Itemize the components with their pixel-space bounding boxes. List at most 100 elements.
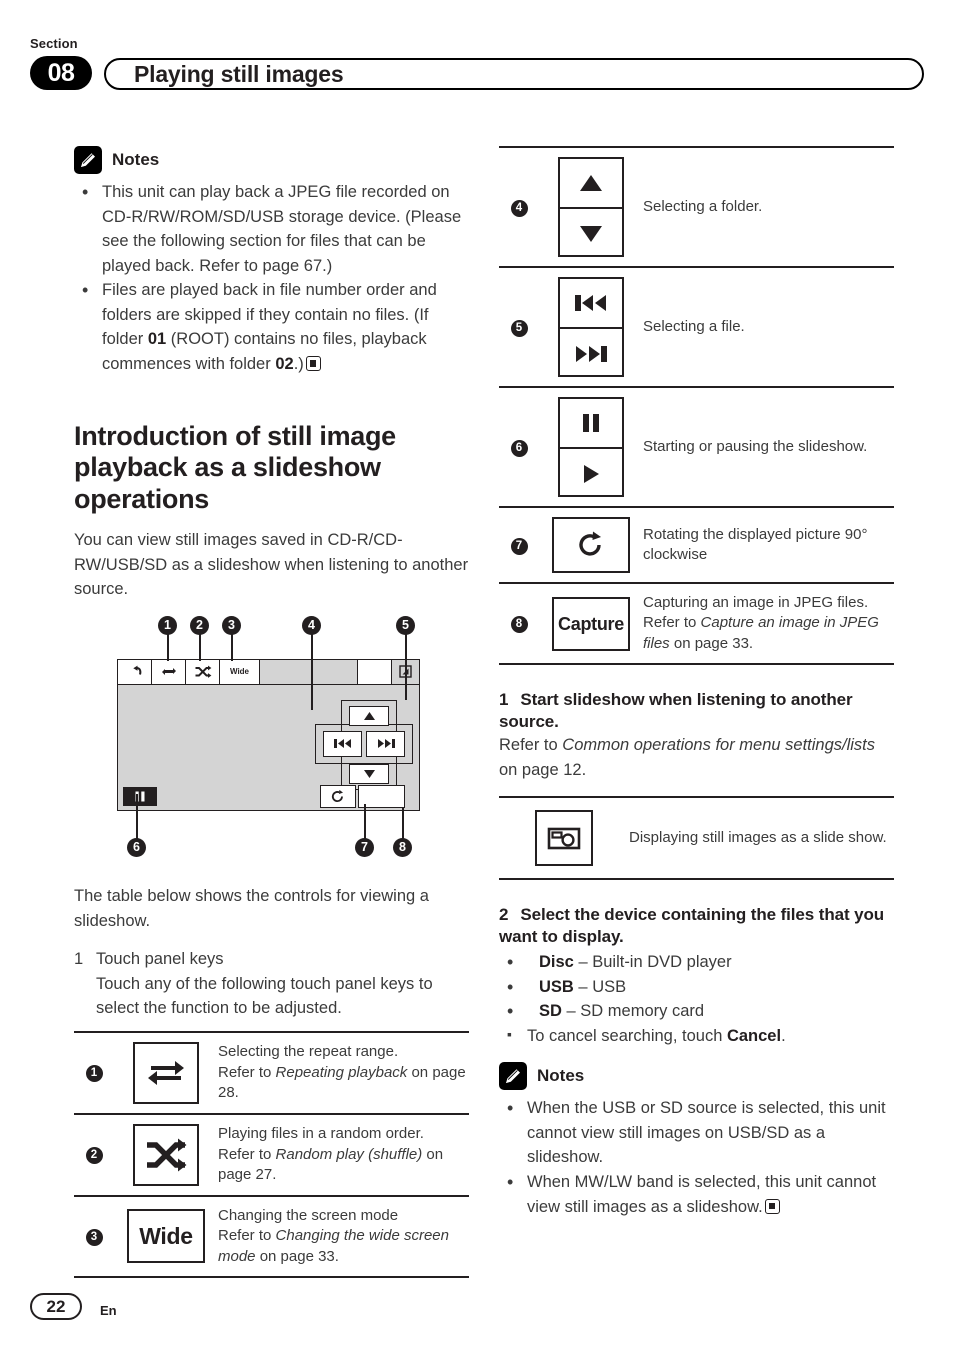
row-icon-cell: Wide <box>114 1194 218 1279</box>
leader-line <box>199 633 201 661</box>
play-icon <box>560 449 622 499</box>
back-icon[interactable] <box>118 659 152 685</box>
desc-line-1: Rotating the displayed picture 90° clock… <box>643 525 868 563</box>
option-dash: – <box>573 977 593 996</box>
step-2-heading: 2 Select the device containing the files … <box>499 904 894 948</box>
folder-up-button[interactable] <box>349 705 389 726</box>
row-desc-cell: Capturing an image in JPEG files. Refer … <box>643 581 894 666</box>
figure-callout-8: 8 <box>393 837 412 857</box>
callout-number: 2 <box>85 1147 103 1165</box>
device-topbar: Wide <box>118 659 419 685</box>
callout-number: 3 <box>85 1228 103 1246</box>
slideshow-icon-table: Displaying still images as a slide show. <box>499 796 894 881</box>
page-title: Playing still images <box>134 60 344 87</box>
capture-key-icon: Capture <box>552 596 630 651</box>
step-number: 1 <box>499 690 509 710</box>
end-of-section-mark <box>764 1198 780 1214</box>
row-desc-cell: Starting or pausing the slideshow. <box>643 386 894 507</box>
callout-number: 4 <box>510 199 528 217</box>
table-intro-paragraph: The table below shows the controls for v… <box>74 886 429 930</box>
page-header: Section 08 Playing still images <box>30 36 924 102</box>
leader-line <box>231 633 233 661</box>
prev-next-track-icon <box>558 277 624 377</box>
list-item: To cancel searching, touch Cancel. <box>499 1024 894 1049</box>
shuffle-icon[interactable] <box>186 659 220 685</box>
page-footer: 22 En <box>30 1293 117 1320</box>
step-title: Start slideshow when listening to anothe… <box>499 690 853 732</box>
rotate-icon <box>552 517 630 573</box>
notes-bottom-header: Notes <box>499 1062 894 1091</box>
step-1: 1 Start slideshow when listening to anoth… <box>499 689 894 782</box>
row-desc-cell: Changing the screen mode Refer to Changi… <box>218 1194 469 1279</box>
row-desc-cell: Selecting a folder. <box>643 146 894 267</box>
row-desc-cell: Selecting a file. <box>643 266 894 387</box>
note-text: This unit can play back a JPEG file reco… <box>102 183 462 275</box>
language-label: En <box>100 1303 117 1318</box>
figure-callout-4: 4 <box>302 615 321 635</box>
section-number-badge: 08 <box>30 56 92 90</box>
row-desc-cell: Playing files in a random order. Refer t… <box>218 1112 469 1196</box>
list-item: Disc – Built-in DVD player <box>499 949 894 975</box>
figure-callout-5: 5 <box>396 615 415 635</box>
option-dash: – <box>561 1002 581 1021</box>
list-item: Files are played back in file number ord… <box>74 277 469 376</box>
row-number-cell: 3 <box>74 1194 114 1279</box>
option-name: USB <box>539 977 574 996</box>
table-row: 1 Selecting the repeat range. Refer to R… <box>74 1030 469 1114</box>
callout-number: 7 <box>510 537 528 555</box>
rotate-button[interactable] <box>320 784 356 808</box>
row-icon-cell <box>499 796 629 881</box>
left-column: Notes This unit can play back a JPEG fil… <box>74 146 469 1279</box>
option-desc: Built-in DVD player <box>592 953 732 972</box>
repeat-icon[interactable] <box>152 659 186 685</box>
option-name: Disc <box>539 953 574 972</box>
next-track-icon <box>560 329 622 379</box>
list-item: When MW/LW band is selected, this unit c… <box>499 1169 894 1219</box>
right-column: 4 Selecting a folder. 5 Selecting a file… <box>499 146 894 1219</box>
option-name: SD <box>539 1002 562 1021</box>
step-1-heading: 1 Start slideshow when listening to anoth… <box>499 689 894 733</box>
leader-line <box>405 633 407 700</box>
body-prefix: Refer to <box>499 736 563 755</box>
table-row: 3 Wide Changing the screen mode Refer to… <box>74 1194 469 1279</box>
notes-bottom-label: Notes <box>537 1066 585 1086</box>
topbar-blank-key[interactable] <box>357 659 391 685</box>
list-item: SD – SD memory card <box>499 998 894 1024</box>
desc-line-1: Changing the screen mode <box>218 1206 399 1224</box>
touch-panel-keys-list: 1 Touch panel keys Touch any of the foll… <box>74 947 469 1021</box>
row-icon-cell <box>114 1112 218 1196</box>
list-item: This unit can play back a JPEG file reco… <box>74 179 469 278</box>
figure-callout-6: 6 <box>127 837 146 857</box>
row-desc-cell: Rotating the displayed picture 90° clock… <box>643 506 894 583</box>
desc-prefix: Refer to <box>218 1063 276 1081</box>
row-icon-cell: Capture <box>539 581 643 666</box>
row-number-cell: 5 <box>499 266 539 387</box>
note-text: When MW/LW band is selected, this unit c… <box>527 1173 877 1216</box>
desc-line-1: Starting or pausing the slideshow. <box>643 437 868 455</box>
next-track-button[interactable] <box>366 730 405 757</box>
section-label: Section <box>30 36 78 51</box>
list-item: USB – USB <box>499 974 894 1000</box>
device-screen: Wide <box>117 658 420 811</box>
pencil-icon <box>499 1062 527 1091</box>
row-number-cell: 6 <box>499 386 539 507</box>
step-number: 2 <box>499 905 509 925</box>
pause-button[interactable] <box>123 786 157 806</box>
list-item: Touch any of the following touch panel k… <box>74 972 469 1021</box>
desc-prefix: Refer to <box>218 1145 276 1163</box>
list-item: 1 Touch panel keys <box>74 947 469 972</box>
pause-icon <box>560 399 622 449</box>
previous-track-button[interactable] <box>323 730 362 757</box>
table-row: 7 Rotating the displayed picture 90° clo… <box>499 506 894 583</box>
intro-paragraph: You can view still images saved in CD-R/… <box>74 531 469 599</box>
cancel-button-label[interactable]: Cancel <box>727 1027 781 1045</box>
wide-key[interactable]: Wide <box>220 659 260 685</box>
list-body: Touch any of the following touch panel k… <box>96 974 433 1018</box>
callout-number: 6 <box>510 439 528 457</box>
leader-line <box>311 633 313 710</box>
folder-down-button[interactable] <box>349 763 389 784</box>
device-screen-figure: 1 2 3 4 5 6 7 8 Wide <box>74 615 469 866</box>
row-icon-cell <box>114 1030 218 1114</box>
row-number-cell: 8 <box>499 581 539 666</box>
note-text: Files are played back in file number ord… <box>102 281 437 374</box>
